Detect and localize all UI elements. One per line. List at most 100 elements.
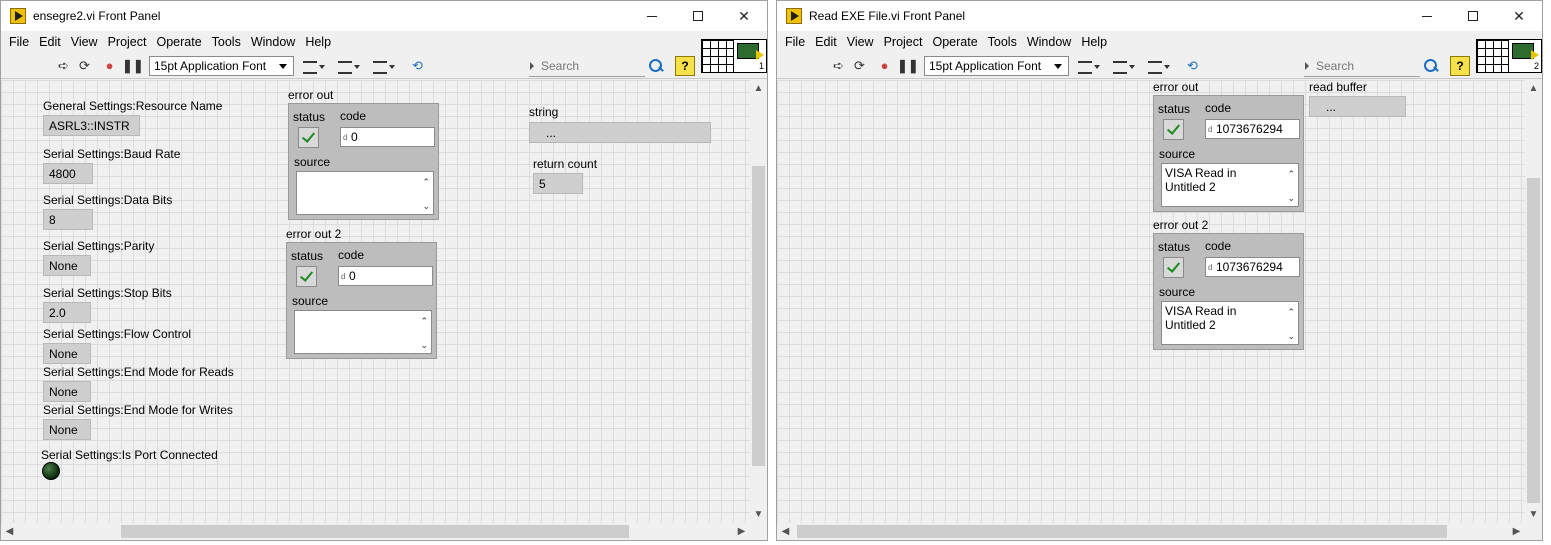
menu-tools[interactable]: Tools — [207, 35, 246, 49]
scroll-up-icon[interactable]: ▲ — [1525, 80, 1542, 97]
source-textbox[interactable]: VISA Read in Untitled 2 ⌃ ⌄ — [1161, 301, 1299, 345]
menu-file[interactable]: File — [4, 35, 34, 49]
distribute-objects-icon[interactable] — [336, 58, 362, 74]
scroll-down-icon[interactable]: ▼ — [1525, 506, 1542, 523]
connector-pane-icon[interactable] — [701, 39, 735, 73]
menu-file[interactable]: File — [780, 35, 810, 49]
search-icon[interactable] — [647, 57, 665, 75]
menu-view[interactable]: View — [66, 35, 103, 49]
title-bar[interactable]: ensegre2.vi Front Panel ✕ — [1, 1, 767, 31]
scroll-right-icon[interactable]: ▶ — [1508, 523, 1525, 540]
run-arrow-icon[interactable]: ➪ — [55, 58, 72, 74]
menu-operate[interactable]: Operate — [927, 35, 982, 49]
horizontal-scrollbar[interactable]: ◀ ▶ — [777, 523, 1525, 540]
menu-edit[interactable]: Edit — [34, 35, 66, 49]
close-button[interactable]: ✕ — [721, 1, 767, 31]
vertical-scrollbar[interactable]: ▲ ▼ — [1525, 80, 1542, 523]
pause-icon[interactable]: ❚❚ — [897, 58, 919, 74]
title-bar[interactable]: Read EXE File.vi Front Panel ✕ — [777, 1, 1542, 31]
code-field[interactable]: d 1073676294 — [1205, 257, 1300, 277]
vertical-scroll-thumb[interactable] — [752, 166, 765, 466]
context-help-icon[interactable]: ? — [1450, 56, 1470, 76]
source-textbox[interactable]: ⌃ ⌄ — [294, 310, 432, 354]
menu-help[interactable]: Help — [300, 35, 336, 49]
scroll-down-icon[interactable]: ▼ — [750, 506, 767, 523]
menu-tools[interactable]: Tools — [983, 35, 1022, 49]
scroll-up-icon[interactable]: ⌃ — [420, 314, 428, 328]
distribute-objects-icon[interactable] — [1111, 58, 1137, 74]
scroll-left-icon[interactable]: ◀ — [777, 523, 794, 540]
search-input[interactable]: Search — [1304, 57, 1420, 77]
scroll-down-icon[interactable]: ⌄ — [420, 338, 428, 352]
code-field[interactable]: d 0 — [338, 266, 433, 286]
resource-name-indicator[interactable]: ASRL3::INSTR — [43, 115, 140, 136]
reorder-icon[interactable]: ⟲ — [409, 58, 426, 74]
minimize-button[interactable] — [629, 1, 675, 31]
string-indicator[interactable]: ... — [529, 122, 711, 143]
source-textbox[interactable]: VISA Read in Untitled 2 ⌃ ⌄ — [1161, 163, 1299, 207]
menu-edit[interactable]: Edit — [810, 35, 842, 49]
maximize-button[interactable] — [1450, 1, 1496, 31]
vi-icon[interactable]: 2 — [1508, 39, 1542, 73]
data-bits-indicator[interactable]: 8 — [43, 209, 93, 230]
align-objects-icon[interactable] — [1076, 58, 1102, 74]
stop-bits-indicator[interactable]: 2.0 — [43, 302, 91, 323]
vertical-scroll-thumb[interactable] — [1527, 178, 1540, 503]
vertical-scrollbar[interactable]: ▲ ▼ — [750, 80, 767, 523]
scroll-left-icon[interactable]: ◀ — [1, 523, 18, 540]
scroll-down-icon[interactable]: ⌄ — [1287, 329, 1295, 343]
font-select[interactable]: 15pt Application Font — [149, 56, 294, 76]
end-mode-reads-indicator[interactable]: None — [43, 381, 91, 402]
status-check-icon[interactable] — [298, 127, 319, 148]
abort-icon[interactable]: ● — [101, 58, 118, 74]
run-continuously-icon[interactable]: ⟳ — [76, 58, 93, 74]
menu-help[interactable]: Help — [1076, 35, 1112, 49]
resize-objects-icon[interactable] — [371, 58, 397, 74]
resize-objects-icon[interactable] — [1146, 58, 1172, 74]
search-input[interactable]: Search — [529, 57, 645, 77]
font-select[interactable]: 15pt Application Font — [924, 56, 1069, 76]
align-objects-icon[interactable] — [301, 58, 327, 74]
scroll-up-icon[interactable]: ⌃ — [1287, 167, 1295, 181]
maximize-button[interactable] — [675, 1, 721, 31]
reorder-icon[interactable]: ⟲ — [1184, 58, 1201, 74]
close-button[interactable]: ✕ — [1496, 1, 1542, 31]
status-check-icon[interactable] — [1163, 257, 1184, 278]
status-check-icon[interactable] — [296, 266, 317, 287]
menu-project[interactable]: Project — [879, 35, 928, 49]
code-field[interactable]: d 1073676294 — [1205, 119, 1300, 139]
vi-icon[interactable]: 1 — [733, 39, 767, 73]
scroll-right-icon[interactable]: ▶ — [733, 523, 750, 540]
return-count-indicator[interactable]: 5 — [533, 173, 583, 194]
menu-operate[interactable]: Operate — [151, 35, 206, 49]
baud-rate-indicator[interactable]: 4800 — [43, 163, 93, 184]
is-port-connected-led[interactable] — [42, 462, 60, 480]
horizontal-scroll-thumb[interactable] — [121, 525, 629, 538]
run-arrow-icon[interactable]: ➪ — [830, 58, 847, 74]
status-check-icon[interactable] — [1163, 119, 1184, 140]
horizontal-scroll-thumb[interactable] — [797, 525, 1447, 538]
horizontal-scrollbar[interactable]: ◀ ▶ — [1, 523, 750, 540]
pause-icon[interactable]: ❚❚ — [122, 58, 144, 74]
parity-indicator[interactable]: None — [43, 255, 91, 276]
minimize-button[interactable] — [1404, 1, 1450, 31]
scroll-down-icon[interactable]: ⌄ — [1287, 191, 1295, 205]
connector-pane-icon[interactable] — [1476, 39, 1510, 73]
menu-view[interactable]: View — [842, 35, 879, 49]
source-textbox[interactable]: ⌃ ⌄ — [296, 171, 434, 215]
scroll-down-icon[interactable]: ⌄ — [422, 199, 430, 213]
abort-icon[interactable]: ● — [876, 58, 893, 74]
scroll-up-icon[interactable]: ▲ — [750, 80, 767, 97]
scroll-up-icon[interactable]: ⌃ — [1287, 305, 1295, 319]
menu-window[interactable]: Window — [246, 35, 300, 49]
flow-control-indicator[interactable]: None — [43, 343, 91, 364]
code-field[interactable]: d 0 — [340, 127, 435, 147]
menu-window[interactable]: Window — [1022, 35, 1076, 49]
read-buffer-indicator[interactable]: ... — [1309, 96, 1406, 117]
search-icon[interactable] — [1422, 57, 1440, 75]
end-mode-writes-indicator[interactable]: None — [43, 419, 91, 440]
context-help-icon[interactable]: ? — [675, 56, 695, 76]
menu-project[interactable]: Project — [103, 35, 152, 49]
scroll-up-icon[interactable]: ⌃ — [422, 175, 430, 189]
run-continuously-icon[interactable]: ⟳ — [851, 58, 868, 74]
